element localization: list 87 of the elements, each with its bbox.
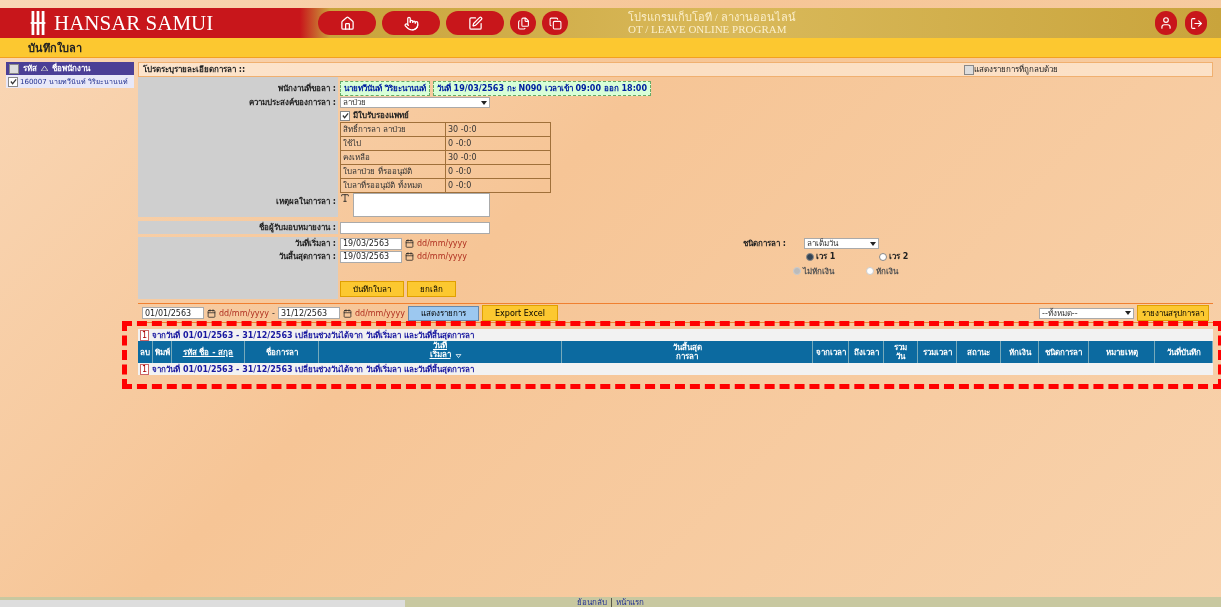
date-range-note: จากวันที่ 01/01/2563 - 31/12/2563 เปลี่ยนช่วงวันได้จาก วันที่เริ่มลา และวันที่สิ้นสุดการลา <box>152 362 474 376</box>
back-link[interactable]: ย้อนกลับ <box>577 595 608 607</box>
dropdown-arrow-icon <box>1125 311 1131 315</box>
panel-title: โปรดระบุรายละเอียดการลา :: <box>143 63 246 76</box>
dropdown-arrow-icon <box>870 241 877 246</box>
radio-option[interactable]: เวร 1 <box>806 250 877 263</box>
edit-icon <box>467 15 483 31</box>
from-date-field[interactable]: 01/01/2563 <box>142 307 204 319</box>
export-excel-button[interactable]: Export Excel <box>482 305 558 321</box>
text-icon <box>340 193 350 203</box>
table-cell: ใบลาป่วย ที่รออนุมัติ <box>340 164 446 179</box>
end-date-field[interactable]: 19/03/2563 <box>340 250 402 263</box>
save-button[interactable]: บันทึกใบลา <box>340 281 404 297</box>
report-button[interactable]: รายงานสรุปการลา <box>1137 305 1209 321</box>
user-button[interactable] <box>1155 11 1177 35</box>
table-cell: 0 -0:0 <box>445 178 551 193</box>
documents-icon <box>516 16 530 30</box>
start-date-field[interactable]: 19/03/2563 <box>340 237 402 250</box>
checkbox-label: แสดงรายการที่ถูกลบด้วย <box>974 63 1058 76</box>
check-icon <box>341 112 349 119</box>
field-label: ความประสงค์ของการลา : <box>249 96 336 109</box>
documents-button[interactable] <box>510 11 536 35</box>
field-label: วันสิ้นสุดการลา : <box>279 250 336 263</box>
calendar-icon <box>342 308 352 318</box>
table-cell: 0 -0:0 <box>445 164 551 179</box>
table-cell: คงเหลือ <box>340 150 446 165</box>
show-deleted-checkbox[interactable] <box>964 64 974 75</box>
show-list-button[interactable]: แสดงรายการ <box>408 305 480 321</box>
hand-icon <box>403 15 419 31</box>
cancel-button[interactable]: ยกเลิก <box>407 281 456 297</box>
field-label: ชนิดการลา : <box>743 238 788 250</box>
date-range-note: จากวันที่ 01/01/2563 - 31/12/2563 เปลี่ยนช่วงวันได้จาก วันที่เริ่มลา และวันที่สิ้นสุดการลา <box>152 328 474 340</box>
employee-name: นายทวีนันท์ วิริยะนานนท์ <box>340 81 430 96</box>
radio-option[interactable]: เวร 2 <box>879 250 950 263</box>
copy-icon <box>548 16 562 30</box>
field-label: เหตุผลในการลา : <box>276 196 336 208</box>
table-cell: ใช้ไป <box>340 136 446 151</box>
home-button[interactable] <box>318 11 376 35</box>
calendar-icon <box>405 252 414 261</box>
range-separator: - <box>272 308 275 318</box>
home-link[interactable]: หน้าแรก <box>615 595 644 607</box>
shift-info: วันที่ 19/03/2563 กะ N090 เวลาเข้า 09:00 ออก 18:00 <box>432 81 651 96</box>
handover-field[interactable] <box>340 221 490 234</box>
table-cell: ใบลาที่รออนุมัติ ทั้งหมด <box>340 178 446 193</box>
field-label: พนักงานที่ขอลา : <box>278 82 336 95</box>
status-select[interactable]: --ทั้งหมด-- <box>1039 307 1134 319</box>
page-title: บันทึกใบลา <box>28 40 82 57</box>
dropdown-arrow-icon <box>481 100 487 105</box>
purpose-select[interactable]: ลาป่วย <box>340 97 490 108</box>
sort-icon <box>454 354 462 358</box>
table-cell: 30 -0:0 <box>445 150 551 165</box>
home-icon <box>339 15 355 31</box>
column-header[interactable]: ชื่อพนักงาน <box>52 62 90 75</box>
checkbox-label: มีใบรับรองแพทย์ <box>353 109 409 122</box>
hand-button[interactable] <box>382 11 440 35</box>
sort-icon <box>41 66 48 71</box>
copy-button[interactable] <box>542 11 568 35</box>
table-cell: 0 -0:0 <box>445 136 551 151</box>
medical-cert-checkbox[interactable] <box>340 110 350 121</box>
logo-text: HANSAR SAMUI <box>54 10 214 36</box>
logo-icon <box>30 11 46 35</box>
field-label: วันที่เริ่มลา : <box>295 237 336 250</box>
logout-icon <box>1189 16 1203 30</box>
leave-type-select[interactable]: ลาเต็มวัน <box>804 238 880 249</box>
field-label: ชื่อผู้รับมอบหมายงาน : <box>259 221 336 234</box>
user-icon <box>1159 16 1173 30</box>
logout-button[interactable] <box>1185 11 1207 35</box>
to-date-field[interactable]: 31/12/2563 <box>277 307 340 319</box>
table-cell: สิทธิ์การลา ลาป่วย <box>340 122 446 137</box>
row-checkbox[interactable] <box>8 76 18 87</box>
date-format-hint: dd/mm/yyyy <box>354 308 406 318</box>
date-format-hint: dd/mm/yyyy <box>417 252 468 261</box>
date-format-hint: dd/mm/yyyy <box>219 308 270 318</box>
edit-button[interactable] <box>446 11 504 35</box>
calendar-icon <box>405 239 414 248</box>
reason-field[interactable] <box>353 193 490 217</box>
select-all-checkbox[interactable] <box>9 63 19 74</box>
page-number[interactable]: 1 <box>140 329 150 341</box>
column-header[interactable]: รหัส <box>23 62 37 75</box>
table-cell: 30 -0:0 <box>445 122 551 137</box>
date-format-hint: dd/mm/yyyy <box>417 239 468 248</box>
page-number[interactable]: 1 <box>140 363 150 375</box>
check-icon <box>9 78 17 85</box>
program-subtitle: OT / LEAVE ONLINE PROGRAM <box>628 23 788 35</box>
program-title: โปรแกรมเก็บโอที / ลางานออนไลน์ <box>628 11 796 23</box>
calendar-icon <box>207 308 216 318</box>
link-separator: | <box>610 597 613 607</box>
